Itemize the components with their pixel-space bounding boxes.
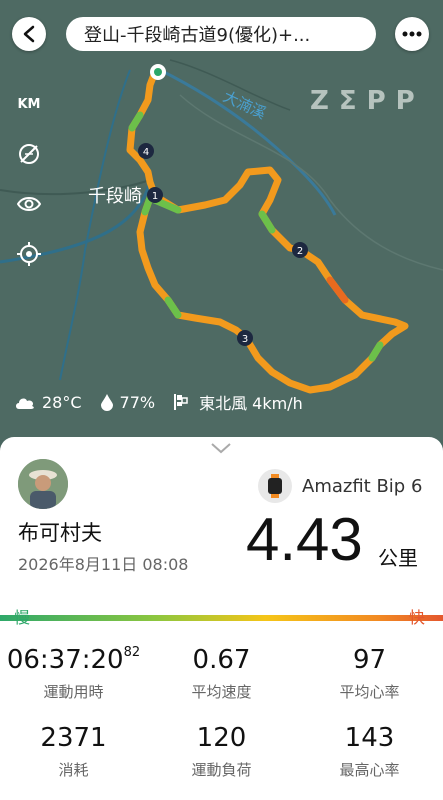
- map-canvas: 1 2 3 4 千段崎 大湳溪: [0, 59, 443, 394]
- stat-training-load-label: 運動負荷: [191, 761, 252, 779]
- stat-max-hr-value: 143: [344, 723, 395, 753]
- route-map[interactable]: 1 2 3 4 千段崎 大湳溪 ZΣPP KM 28°C 77% 東北風 4km…: [0, 0, 443, 440]
- drop-icon: [100, 394, 113, 411]
- wind-value: 東北風 4km/h: [199, 394, 303, 413]
- layers-toggle-button[interactable]: [13, 138, 45, 170]
- place-label: 千段崎: [88, 186, 142, 207]
- km-label: KM: [17, 96, 41, 112]
- cloud-icon: [16, 398, 34, 409]
- stat-avg-hr: 97 平均心率: [296, 645, 443, 702]
- marker-1: 1: [147, 187, 163, 203]
- chevron-down-icon[interactable]: [210, 441, 232, 455]
- stat-duration-value: 06:37:20: [6, 645, 124, 675]
- stat-avg-hr-label: 平均心率: [339, 683, 400, 701]
- stat-max-hr-label: 最高心率: [339, 761, 400, 779]
- eye-icon: [17, 197, 41, 211]
- svg-text:1: 1: [152, 191, 158, 202]
- svg-text:2: 2: [297, 246, 303, 257]
- stat-duration-centiseconds: 82: [123, 645, 141, 660]
- pace-fast-label: 快: [409, 608, 426, 627]
- distance-value: 4.43: [246, 506, 363, 573]
- wind-flag-icon: [174, 394, 188, 410]
- zepp-watermark: ZΣPP: [310, 86, 425, 116]
- stat-avg-speed-label: 平均速度: [191, 683, 252, 701]
- km-toggle-button[interactable]: KM: [13, 88, 45, 120]
- wind-item: 東北風 4km/h: [173, 390, 303, 414]
- stat-calories-label: 消耗: [58, 761, 89, 779]
- stat-training-load: 120 運動負荷: [148, 723, 295, 780]
- device-name: Amazfit Bip 6: [302, 475, 423, 497]
- stat-max-hr: 143 最高心率: [296, 723, 443, 780]
- stat-avg-hr-value: 97: [352, 645, 387, 675]
- marker-4: 4: [138, 143, 154, 159]
- activity-datetime: 2026年8月11日 08:08: [18, 555, 189, 574]
- chevron-left-icon: [23, 25, 35, 43]
- marker-3: 3: [237, 330, 253, 346]
- locate-icon: [17, 242, 41, 266]
- route-path: [126, 68, 409, 394]
- activity-title[interactable]: 登山-千段崎古道9(優化)+...: [66, 17, 376, 51]
- more-dots-icon: [402, 31, 422, 37]
- view-toggle-button[interactable]: [13, 188, 45, 220]
- more-button[interactable]: [395, 17, 429, 51]
- river-label: 大湳溪: [220, 87, 268, 122]
- temperature-value: 28°C: [42, 392, 82, 412]
- stat-avg-speed: 0.67 平均速度: [148, 645, 295, 702]
- marker-2: 2: [292, 242, 308, 258]
- watch-icon: [258, 469, 292, 503]
- temperature-item: 28°C: [14, 393, 82, 412]
- avatar-image: [18, 459, 68, 509]
- svg-text:4: 4: [143, 147, 149, 158]
- user-name: 布可村夫: [18, 521, 102, 545]
- summary-sheet: 布可村夫 2026年8月11日 08:08 Amazfit Bip 6 4.43…: [0, 437, 443, 800]
- pace-slow-label: 慢: [14, 608, 31, 627]
- top-bar: 登山-千段崎古道9(優化)+...: [0, 16, 443, 52]
- humidity-value: 77%: [119, 392, 156, 412]
- stat-duration-label: 運動用時: [43, 683, 104, 701]
- distance-unit: 公里: [378, 546, 418, 570]
- pace-gradient-bar: [0, 615, 443, 621]
- humidity-item: 77%: [100, 392, 156, 412]
- stat-avg-speed-value: 0.67: [192, 645, 251, 675]
- stat-duration: 06:37:2082 運動用時: [0, 645, 147, 702]
- stat-calories: 2371 消耗: [0, 723, 147, 780]
- stat-training-load-value: 120: [196, 723, 247, 753]
- layers-off-icon: [19, 144, 39, 164]
- weather-bar: 28°C 77% 東北風 4km/h: [14, 390, 321, 414]
- locate-button[interactable]: [13, 238, 45, 270]
- svg-text:3: 3: [242, 334, 248, 345]
- device-info: Amazfit Bip 6: [258, 469, 422, 503]
- avatar[interactable]: [18, 459, 68, 509]
- stat-calories-value: 2371: [40, 723, 107, 753]
- back-button[interactable]: [12, 17, 46, 51]
